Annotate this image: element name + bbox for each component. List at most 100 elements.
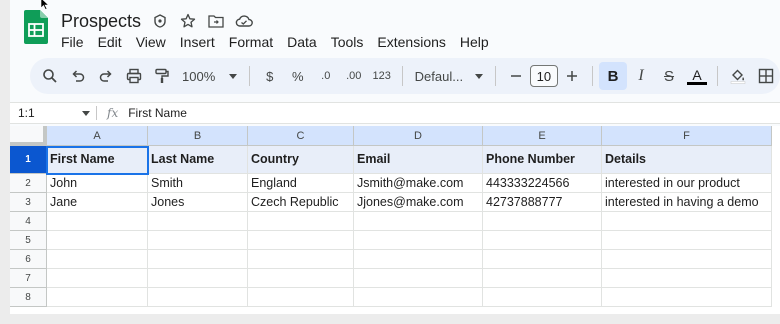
percent-format-button[interactable]: % (284, 62, 312, 90)
cell-empty[interactable] (148, 212, 248, 231)
cell-empty[interactable] (602, 250, 772, 269)
row-header-6[interactable]: 6 (10, 250, 47, 269)
menu-edit[interactable]: Edit (91, 32, 129, 52)
print-button[interactable] (120, 62, 148, 90)
cell-empty[interactable] (248, 231, 354, 250)
column-header-a[interactable]: A (47, 126, 148, 146)
cell-empty[interactable] (354, 288, 483, 307)
decrease-decimal-button[interactable]: .0 (312, 62, 340, 90)
row-header-7[interactable]: 7 (10, 269, 47, 288)
cloud-icon[interactable] (234, 11, 254, 31)
cell-empty[interactable] (602, 288, 772, 307)
cell-empty[interactable] (354, 250, 483, 269)
cell-c3[interactable]: Czech Republic (248, 193, 354, 212)
formula-input[interactable]: First Name (128, 106, 187, 120)
text-color-button[interactable]: A (683, 62, 711, 90)
spreadsheet-grid[interactable]: A B C D E F 1 2 3 4 5 6 7 8 First Name L… (10, 126, 780, 314)
cell-empty[interactable] (602, 231, 772, 250)
cell-c1[interactable]: Country (248, 146, 354, 174)
cell-empty[interactable] (47, 288, 148, 307)
row-header-8[interactable]: 8 (10, 288, 47, 307)
font-size-input[interactable]: 10 (529, 65, 559, 87)
cell-f3[interactable]: interested in having a demo (602, 193, 772, 212)
cell-empty[interactable] (248, 250, 354, 269)
cell-empty[interactable] (47, 231, 148, 250)
strikethrough-button[interactable]: S (655, 62, 683, 90)
fill-color-button[interactable] (724, 62, 752, 90)
row-header-1[interactable]: 1 (10, 146, 47, 174)
zoom-select[interactable]: 100% (176, 62, 243, 90)
cell-empty[interactable] (148, 250, 248, 269)
row-header-3[interactable]: 3 (10, 193, 47, 212)
row-header-5[interactable]: 5 (10, 231, 47, 250)
font-select[interactable]: Defaul... (409, 62, 489, 90)
cell-empty[interactable] (483, 288, 602, 307)
select-all-corner[interactable] (10, 126, 47, 146)
paint-format-button[interactable] (148, 62, 176, 90)
undo-button[interactable] (64, 62, 92, 90)
increase-font-size-button[interactable] (558, 62, 586, 90)
menu-format[interactable]: Format (222, 32, 280, 52)
bold-button[interactable]: B (599, 62, 628, 90)
menu-file[interactable]: File (54, 32, 91, 52)
increase-decimal-button[interactable]: .00 (340, 62, 368, 90)
more-formats-button[interactable]: 123 (368, 62, 396, 90)
cell-d3[interactable]: Jjones@make.com (354, 193, 483, 212)
cell-empty[interactable] (354, 231, 483, 250)
currency-format-button[interactable]: $ (256, 62, 284, 90)
menu-data[interactable]: Data (280, 32, 324, 52)
menu-help[interactable]: Help (453, 32, 496, 52)
row-header-4[interactable]: 4 (10, 212, 47, 231)
cell-b1[interactable]: Last Name (148, 146, 248, 174)
column-header-e[interactable]: E (483, 126, 602, 146)
italic-button[interactable]: I (627, 62, 655, 90)
cell-c2[interactable]: England (248, 174, 354, 193)
cell-empty[interactable] (47, 269, 148, 288)
cell-empty[interactable] (354, 212, 483, 231)
menu-view[interactable]: View (129, 32, 173, 52)
row-header-2[interactable]: 2 (10, 174, 47, 193)
cell-e2[interactable]: 443333224566 (483, 174, 602, 193)
cell-empty[interactable] (248, 288, 354, 307)
cell-empty[interactable] (248, 269, 354, 288)
column-header-c[interactable]: C (248, 126, 354, 146)
menu-tools[interactable]: Tools (324, 32, 371, 52)
redo-button[interactable] (92, 62, 120, 90)
menu-extensions[interactable]: Extensions (370, 32, 452, 52)
cell-f2[interactable]: interested in our product (602, 174, 772, 193)
name-box[interactable]: 1:1 (10, 106, 96, 120)
cell-empty[interactable] (602, 269, 772, 288)
borders-button[interactable] (752, 62, 780, 90)
cell-empty[interactable] (483, 269, 602, 288)
cell-e1[interactable]: Phone Number (483, 146, 602, 174)
cell-empty[interactable] (248, 212, 354, 231)
cell-empty[interactable] (148, 231, 248, 250)
cell-empty[interactable] (148, 288, 248, 307)
folder-icon[interactable] (206, 11, 226, 31)
cell-empty[interactable] (483, 231, 602, 250)
cell-empty[interactable] (602, 212, 772, 231)
cell-empty[interactable] (148, 269, 248, 288)
cell-d2[interactable]: Jsmith@make.com (354, 174, 483, 193)
column-header-b[interactable]: B (148, 126, 248, 146)
cell-empty[interactable] (483, 250, 602, 269)
cell-empty[interactable] (354, 269, 483, 288)
column-header-f[interactable]: F (602, 126, 772, 146)
cell-d1[interactable]: Email (354, 146, 483, 174)
search-menus-button[interactable] (36, 62, 64, 90)
cell-f1[interactable]: Details (602, 146, 772, 174)
menu-insert[interactable]: Insert (173, 32, 222, 52)
cell-b3[interactable]: Jones (148, 193, 248, 212)
column-header-d[interactable]: D (354, 126, 483, 146)
decrease-font-size-button[interactable] (502, 62, 530, 90)
star-icon[interactable] (178, 11, 198, 31)
cell-b2[interactable]: Smith (148, 174, 248, 193)
move-icon[interactable] (150, 11, 170, 31)
cell-a2[interactable]: John (47, 174, 148, 193)
cell-empty[interactable] (483, 212, 602, 231)
cell-e3[interactable]: 42737888777 (483, 193, 602, 212)
cell-empty[interactable] (47, 250, 148, 269)
cell-a3[interactable]: Jane (47, 193, 148, 212)
document-title[interactable]: Prospects (61, 10, 141, 32)
sheets-logo[interactable] (24, 10, 48, 44)
